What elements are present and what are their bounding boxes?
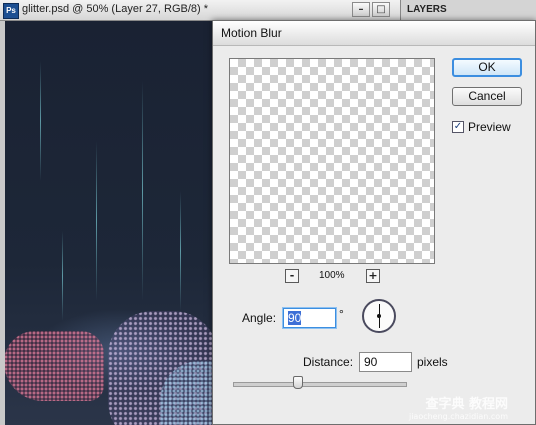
preview-label: Preview xyxy=(468,120,511,134)
glitter-letter xyxy=(4,331,104,401)
light-streak xyxy=(96,141,97,301)
motion-blur-dialog: Motion Blur - 100% + OK Cancel ✓ Preview… xyxy=(212,20,536,425)
document-title: glitter.psd @ 50% (Layer 27, RGB/8) * xyxy=(22,3,209,15)
document-titlebar: Ps glitter.psd @ 50% (Layer 27, RGB/8) *… xyxy=(0,0,536,21)
light-streak xyxy=(40,61,41,181)
distance-label: Distance: xyxy=(303,355,354,369)
dialog-titlebar[interactable]: Motion Blur xyxy=(213,21,535,46)
watermark: 查字典 教程网 jiaocheng.chazidian.com xyxy=(409,397,508,422)
document-window-controls: – □ xyxy=(352,2,390,17)
angle-dial[interactable] xyxy=(362,299,396,333)
angle-dial-center xyxy=(377,314,381,318)
vertical-ruler xyxy=(0,21,5,425)
zoom-out-button[interactable]: - xyxy=(285,269,299,283)
distance-unit: pixels xyxy=(417,355,448,369)
angle-value: 90 xyxy=(288,311,302,325)
distance-slider-thumb[interactable] xyxy=(293,376,303,389)
light-streak xyxy=(142,81,143,301)
distance-input[interactable]: 90 xyxy=(359,352,412,372)
light-streak xyxy=(180,191,181,311)
watermark-url: jiaocheng.chazidian.com xyxy=(408,412,508,421)
angle-input[interactable]: 90 xyxy=(283,308,336,328)
maximize-button[interactable]: □ xyxy=(372,2,390,17)
cancel-button[interactable]: Cancel xyxy=(452,87,522,106)
filter-preview[interactable] xyxy=(229,58,435,264)
zoom-level: 100% xyxy=(319,270,345,281)
preview-checkbox[interactable]: ✓ xyxy=(452,121,464,133)
ok-button[interactable]: OK xyxy=(452,58,522,77)
layers-panel-tab[interactable]: LAYERS xyxy=(400,0,536,20)
angle-label: Angle: xyxy=(242,311,277,325)
dialog-title: Motion Blur xyxy=(221,26,282,40)
minimize-button[interactable]: – xyxy=(352,2,370,17)
degree-symbol: ° xyxy=(339,307,344,321)
watermark-title: 查字典 教程网 xyxy=(425,397,508,412)
photoshop-icon: Ps xyxy=(3,3,19,19)
light-streak xyxy=(62,231,63,321)
distance-slider-track[interactable] xyxy=(233,382,407,387)
zoom-in-button[interactable]: + xyxy=(366,269,380,283)
